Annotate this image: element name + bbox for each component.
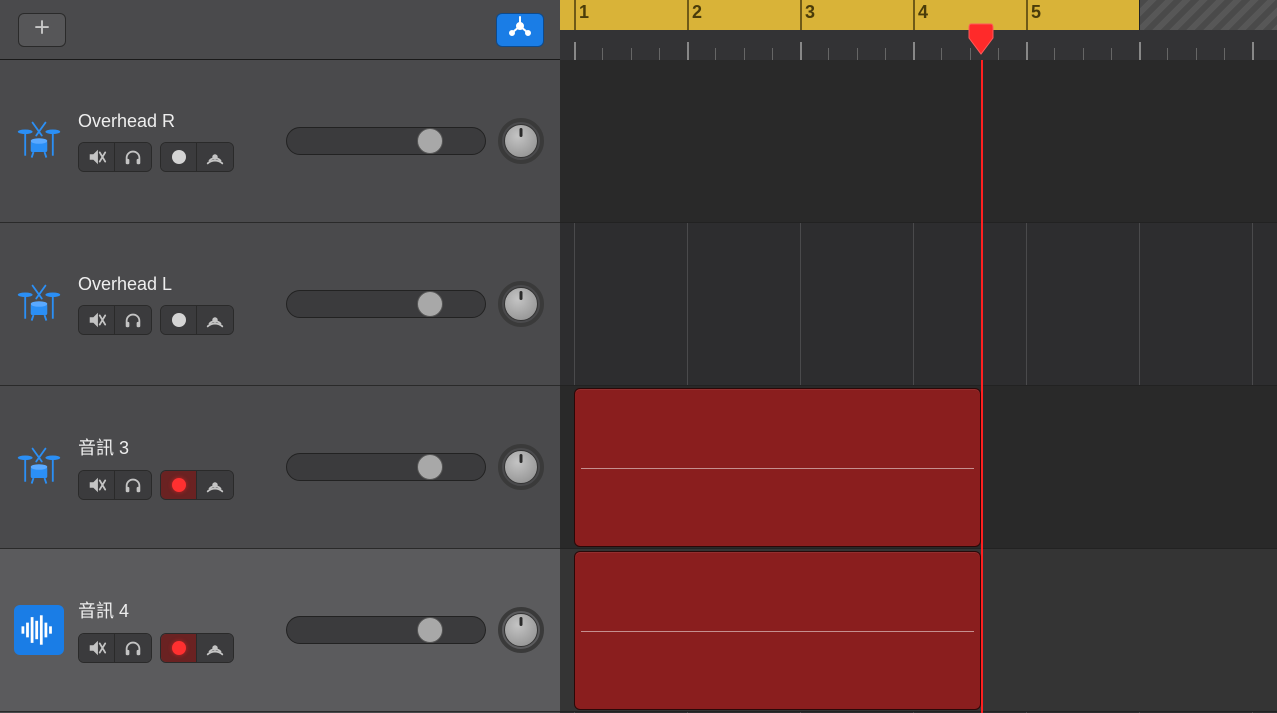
bar-number: 5 (1031, 2, 1041, 23)
mute-button[interactable] (79, 634, 115, 662)
ruler-end-region (1139, 0, 1277, 30)
app-root: 1234567 Overhead R Overhead L 音訊 3 音訊 4 (0, 0, 1277, 713)
pan-knob[interactable] (504, 124, 538, 158)
bar-marker (687, 0, 689, 30)
record-indicator-icon (172, 313, 186, 327)
automation-icon (507, 15, 533, 44)
workspace: Overhead R Overhead L 音訊 3 音訊 4 (0, 60, 1277, 713)
track-header[interactable]: Overhead R (0, 60, 560, 223)
track-header[interactable]: Overhead L (0, 223, 560, 386)
plus-icon (33, 18, 51, 41)
volume-thumb[interactable] (417, 617, 443, 643)
pan-knob[interactable] (504, 450, 538, 484)
track-name[interactable]: 音訊 3 (78, 434, 234, 460)
record-indicator-icon (172, 641, 186, 655)
input-monitor-button[interactable] (197, 471, 233, 499)
bar-marker (1026, 0, 1028, 30)
bar-number: 2 (692, 2, 702, 23)
add-track-button[interactable] (18, 13, 66, 47)
track-header[interactable]: 音訊 3 (0, 386, 560, 549)
solo-button[interactable] (115, 471, 151, 499)
volume-thumb[interactable] (417, 454, 443, 480)
record-enable-button[interactable] (161, 143, 197, 171)
volume-thumb[interactable] (417, 291, 443, 317)
track-name[interactable]: Overhead R (78, 111, 234, 132)
solo-button[interactable] (115, 306, 151, 334)
input-monitor-button[interactable] (197, 634, 233, 662)
arrange-area[interactable] (560, 60, 1277, 713)
waveform-baseline (581, 631, 974, 632)
mute-button[interactable] (79, 306, 115, 334)
drums-track-icon[interactable] (14, 279, 64, 329)
solo-button[interactable] (115, 143, 151, 171)
audio-region[interactable] (574, 551, 981, 710)
volume-thumb[interactable] (417, 128, 443, 154)
track-header[interactable]: 音訊 4 (0, 549, 560, 712)
pan-knob[interactable] (504, 287, 538, 321)
volume-slider[interactable] (286, 453, 486, 481)
track-toolbar (0, 0, 560, 60)
record-enable-button[interactable] (161, 306, 197, 334)
bar-marker (574, 0, 576, 30)
audio-track-icon[interactable] (14, 605, 64, 655)
track-lane[interactable] (560, 60, 1277, 223)
volume-slider[interactable] (286, 616, 486, 644)
track-headers: Overhead R Overhead L 音訊 3 音訊 4 (0, 60, 560, 713)
mute-button[interactable] (79, 143, 115, 171)
volume-slider[interactable] (286, 290, 486, 318)
record-enable-button[interactable] (161, 471, 197, 499)
record-enable-button[interactable] (161, 634, 197, 662)
track-name[interactable]: 音訊 4 (78, 597, 234, 623)
drums-track-icon[interactable] (14, 442, 64, 492)
timeline-ruler[interactable]: 1234567 (560, 0, 1277, 60)
pan-knob[interactable] (504, 613, 538, 647)
audio-region[interactable] (574, 388, 981, 547)
input-monitor-button[interactable] (197, 306, 233, 334)
input-monitor-button[interactable] (197, 143, 233, 171)
track-lane[interactable] (560, 223, 1277, 386)
automation-button[interactable] (496, 13, 544, 47)
drums-track-icon[interactable] (14, 116, 64, 166)
record-indicator-icon (172, 150, 186, 164)
waveform-baseline (581, 468, 974, 469)
top-row: 1234567 (0, 0, 1277, 60)
mute-button[interactable] (79, 471, 115, 499)
bar-marker (913, 0, 915, 30)
record-indicator-icon (172, 478, 186, 492)
track-name[interactable]: Overhead L (78, 274, 234, 295)
solo-button[interactable] (115, 634, 151, 662)
volume-slider[interactable] (286, 127, 486, 155)
bar-number: 1 (579, 2, 589, 23)
bar-marker (800, 0, 802, 30)
bar-number: 3 (805, 2, 815, 23)
bar-number: 4 (918, 2, 928, 23)
